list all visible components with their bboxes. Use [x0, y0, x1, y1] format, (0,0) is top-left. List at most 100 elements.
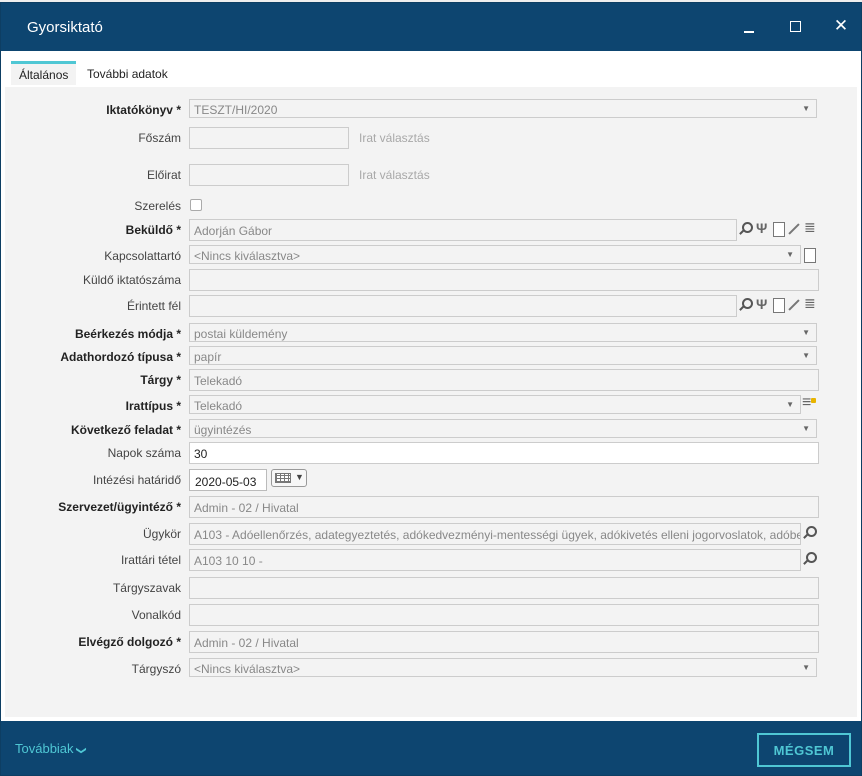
beerkezes-modja-label: Beérkezés módja * — [74, 327, 181, 341]
chevron-down-icon: ❯ — [75, 746, 87, 755]
napok-szama-input[interactable]: 30 — [189, 442, 819, 464]
kapcsolattarto-label: Kapcsolattartó — [104, 249, 181, 263]
calendar-icon — [275, 473, 291, 483]
irattipus-select[interactable]: Telekadó — [189, 395, 801, 414]
row-kapcsolattarto: Kapcsolattartó <Nincs kiválasztva> — [5, 245, 857, 269]
minimize-button[interactable] — [737, 15, 761, 39]
iktatokonyv-label: Iktatókönyv * — [106, 103, 181, 117]
tab-general[interactable]: Általános — [11, 61, 77, 85]
ugykor-label: Ügykör — [142, 527, 181, 541]
search-icon[interactable] — [738, 297, 753, 313]
erintett-fel-label: Érintett fél — [126, 299, 181, 313]
minimize-icon — [744, 31, 754, 33]
search-icon[interactable] — [802, 551, 817, 567]
beerkezes-modja-select[interactable]: postai küldemény — [189, 323, 817, 342]
kuldo-iktatoszama-input[interactable] — [189, 269, 819, 291]
row-bekuldo: Beküldő * Adorján Gábor — [5, 219, 857, 243]
list-edit-icon[interactable] — [801, 394, 816, 413]
erintett-fel-input[interactable] — [189, 295, 737, 317]
chevron-down-icon: ▼ — [295, 472, 304, 482]
row-targyszo: Tárgyszó <Nincs kiválasztva> — [5, 658, 857, 682]
tab-bar: Általános További adatok — [5, 51, 857, 87]
foszam-input[interactable] — [189, 127, 349, 149]
row-szervezet: Szervezet/ügyintéző * Admin - 02 / Hivat… — [5, 496, 857, 520]
irattari-tetel-icon-toolbar — [802, 551, 817, 569]
new-document-icon[interactable] — [801, 247, 816, 263]
tab-additional-data[interactable]: További adatok — [79, 61, 176, 85]
close-button[interactable]: ✕ — [829, 15, 853, 39]
bekuldo-icon-toolbar — [738, 219, 817, 239]
eloirat-input[interactable] — [189, 164, 349, 186]
szereles-label: Szerelés — [134, 199, 181, 213]
targyszavak-input[interactable] — [189, 577, 819, 599]
elvegzo-dolgozo-label: Elvégző dolgozó * — [78, 635, 181, 649]
close-icon: ✕ — [833, 16, 849, 35]
row-irattipus: Irattípus * Telekadó — [5, 394, 857, 419]
pencil-icon[interactable] — [786, 221, 801, 237]
iktatokonyv-select[interactable]: TESZT/HI/2020 — [189, 99, 817, 118]
search-icon[interactable] — [738, 221, 753, 237]
vonalkod-label: Vonalkód — [131, 608, 181, 622]
edit-list-icon[interactable] — [802, 219, 817, 237]
pencil-icon[interactable] — [786, 297, 801, 313]
targy-input[interactable]: Telekadó — [189, 369, 819, 391]
row-targy: Tárgy * Telekadó — [5, 369, 857, 393]
vonalkod-input[interactable] — [189, 604, 819, 626]
row-elvegzo-dolgozo: Elvégző dolgozó * Admin - 02 / Hivatal — [5, 631, 857, 655]
row-irattari-tetel: Irattári tétel A103 10 10 - — [5, 549, 857, 573]
more-toggle-link[interactable]: Továbbiak ❯ — [15, 741, 87, 756]
targy-label: Tárgy * — [140, 373, 181, 387]
napok-szama-label: Napok száma — [107, 446, 181, 460]
dialog-footer: Továbbiak ❯ MÉGSEM — [1, 721, 861, 775]
irattipus-icon-toolbar — [801, 394, 816, 415]
maximize-button[interactable] — [783, 15, 807, 39]
erintett-fel-icon-toolbar — [738, 295, 817, 315]
new-document-icon[interactable] — [770, 297, 785, 313]
row-foszam: Főszám Irat választás — [5, 127, 857, 151]
row-ugykor: Ügykör A103 - Adóellenőrzés, adategyezte… — [5, 523, 857, 547]
quick-registration-dialog: Gyorsiktató ✕ Általános További adatok I… — [0, 2, 862, 776]
row-beerkezes-modja: Beérkezés módja * postai küldemény — [5, 323, 857, 347]
kuldo-iktatoszama-label: Küldő iktatószáma — [82, 273, 181, 287]
dialog-titlebar: Gyorsiktató ✕ — [1, 3, 861, 51]
targyszavak-label: Tárgyszavak — [112, 581, 181, 595]
kapcsolattarto-select[interactable]: <Nincs kiválasztva> — [189, 245, 801, 264]
szereles-checkbox[interactable] — [190, 199, 202, 211]
hierarchy-icon[interactable] — [754, 220, 769, 237]
eloirat-irat-valasztas-link[interactable]: Irat választás — [359, 168, 430, 182]
row-intezesi-hatarido: Intézési határidő 2020-05-03 ▼ — [5, 469, 857, 493]
kovetkezo-feladat-select[interactable]: ügyintézés — [189, 419, 817, 438]
intezesi-hatarido-date-input[interactable]: 2020-05-03 — [189, 469, 267, 491]
targyszo-select[interactable]: <Nincs kiválasztva> — [189, 658, 817, 677]
kovetkezo-feladat-label: Következő feladat * — [70, 423, 181, 437]
dialog-title: Gyorsiktató — [27, 19, 103, 36]
irattari-tetel-input[interactable]: A103 10 10 - — [189, 549, 801, 571]
szervezet-input[interactable]: Admin - 02 / Hivatal — [189, 496, 819, 518]
hierarchy-icon[interactable] — [754, 296, 769, 313]
bekuldo-input[interactable]: Adorján Gábor — [189, 219, 737, 241]
row-szereles: Szerelés — [5, 195, 857, 219]
cancel-button[interactable]: MÉGSEM — [757, 733, 851, 767]
more-label: Továbbiak — [15, 741, 74, 756]
row-kovetkezo-feladat: Következő feladat * ügyintézés — [5, 419, 857, 443]
irattipus-label: Irattípus * — [125, 399, 181, 413]
row-iktatokonyv: Iktatókönyv * TESZT/HI/2020 — [5, 99, 857, 123]
intezesi-hatarido-label: Intézési határidő — [92, 473, 181, 487]
search-icon[interactable] — [802, 525, 817, 541]
row-vonalkod: Vonalkód — [5, 604, 857, 628]
calendar-picker-button[interactable]: ▼ — [271, 469, 307, 487]
maximize-icon — [789, 21, 801, 32]
kapcsolattarto-icon-toolbar — [801, 247, 816, 265]
foszam-irat-valasztas-link[interactable]: Irat választás — [359, 131, 430, 145]
targyszo-label: Tárgyszó — [131, 662, 181, 676]
row-kuldo-iktatoszama: Küldő iktatószáma — [5, 269, 857, 293]
row-adathordozo-tipusa: Adathordozó típusa * papír — [5, 346, 857, 370]
elvegzo-dolgozo-input[interactable]: Admin - 02 / Hivatal — [189, 631, 819, 653]
foszam-label: Főszám — [138, 131, 181, 145]
ugykor-input[interactable]: A103 - Adóellenőrzés, adategyeztetés, ad… — [189, 523, 801, 545]
adathordozo-tipusa-select[interactable]: papír — [189, 346, 817, 365]
edit-list-icon[interactable] — [802, 295, 817, 313]
new-document-icon[interactable] — [770, 221, 785, 237]
bekuldo-label: Beküldő * — [125, 223, 181, 237]
adathordozo-tipusa-label: Adathordozó típusa * — [60, 350, 181, 364]
